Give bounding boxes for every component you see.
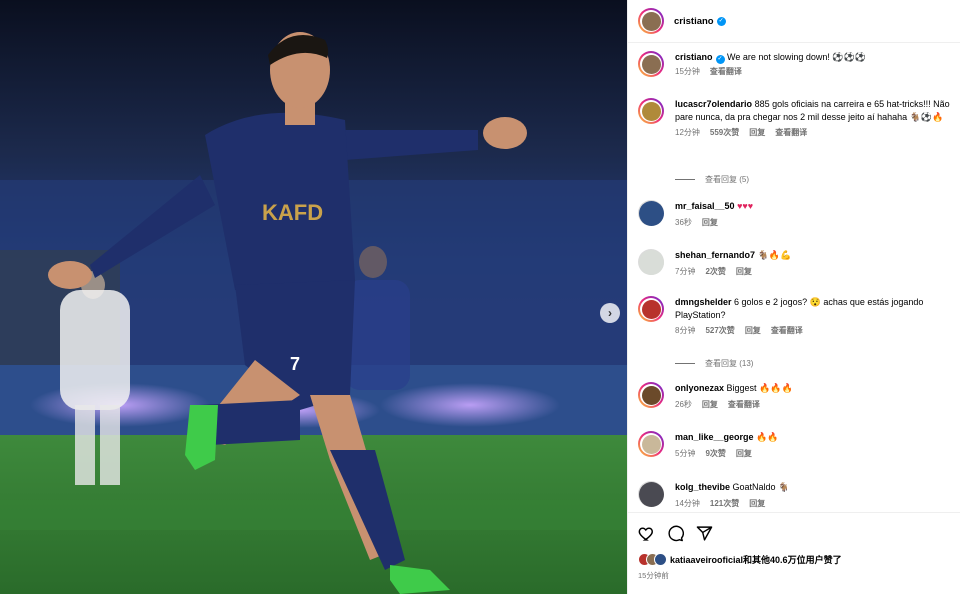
see-translation-button[interactable]: 查看翻译 [728, 399, 760, 410]
comment-emoji: 🔥🔥 [756, 432, 779, 442]
comment-emoji: 🔥🔥🔥 [759, 383, 793, 393]
see-translation-button[interactable]: 查看翻译 [710, 66, 742, 77]
comment-item: dmngshelder 6 golos e 2 jogos? 😯 achas q… [638, 296, 953, 336]
caption-time: 15分钟 [675, 67, 700, 76]
caption-username[interactable]: cristiano [675, 52, 713, 62]
action-icons [638, 525, 713, 542]
comment-item: shehan_fernando7 🐐🔥💪 7分钟 2次赞 回复 [638, 249, 953, 277]
chevron-right-icon: › [608, 306, 612, 320]
comment-item: kolg_thevibe GoatNaldo 🐐 14分钟 121次赞 回复 [638, 481, 953, 509]
likes-summary[interactable]: katiaaveirooficial和其他40.6万位用户赞了 [638, 553, 842, 566]
avatar [654, 553, 667, 566]
caption-emojis: ⚽⚽⚽ [832, 52, 867, 62]
avatar[interactable] [638, 296, 664, 322]
comments-list: cristiano ✓ We are not slowing down! ⚽⚽⚽ … [628, 44, 960, 511]
caption-text: We are not slowing down! [727, 52, 833, 62]
heart-icon[interactable] [638, 525, 655, 542]
verified-badge-icon: ✓ [715, 55, 725, 64]
comment-time: 14分钟 [675, 498, 700, 508]
avatar[interactable] [638, 481, 664, 507]
jersey-number: 7 [290, 354, 300, 374]
comment-likes[interactable]: 559次赞 [710, 127, 739, 138]
post-photo[interactable]: KAFD 7 › [0, 0, 627, 594]
verified-badge-icon: ✓ [716, 16, 726, 26]
divider [675, 363, 695, 364]
comment-emoji: 🐐 [778, 482, 790, 492]
comment-text: GoatNaldo [732, 482, 779, 492]
comment-item: onlyonezax Biggest 🔥🔥🔥 26秒 回复 查看翻译 [638, 382, 953, 410]
avatar[interactable] [638, 51, 664, 77]
reply-button[interactable]: 回复 [749, 498, 765, 509]
reply-button[interactable]: 回复 [736, 448, 752, 459]
reply-button[interactable]: 回复 [749, 127, 765, 138]
next-photo-button[interactable]: › [600, 303, 620, 323]
share-icon[interactable] [696, 525, 713, 542]
comment-username[interactable]: kolg_thevibe [675, 482, 730, 492]
avatar[interactable] [638, 249, 664, 275]
avatar[interactable] [638, 200, 664, 226]
comment-likes[interactable]: 2次赞 [705, 266, 725, 277]
see-translation-button[interactable]: 查看翻译 [775, 127, 807, 138]
reply-button[interactable]: 回复 [745, 325, 761, 336]
comment-text: 6 golos e 2 jogos? [734, 297, 810, 307]
avatar[interactable] [638, 382, 664, 408]
comment-emoji: 🐐⚽🔥 [909, 111, 944, 122]
comment-item: man_like__george 🔥🔥 5分钟 9次赞 回复 [638, 431, 953, 459]
photo-illustration: KAFD 7 [0, 0, 627, 594]
post-actions: katiaaveirooficial和其他40.6万位用户赞了 15分钟前 [628, 512, 960, 594]
liked-by-username[interactable]: katiaaveirooficial [670, 555, 743, 565]
liked-by-rest[interactable]: 和其他40.6万位用户赞了 [743, 555, 842, 565]
comment-username[interactable]: lucascr7olendario [675, 99, 752, 109]
comment-username[interactable]: mr_faisal__50 [675, 201, 735, 211]
comment-time: 5分钟 [675, 448, 696, 458]
view-replies-button[interactable]: 查看回复 (13) [675, 358, 753, 369]
author-avatar[interactable] [638, 8, 664, 34]
comment-time: 8分钟 [675, 326, 696, 335]
reply-button[interactable]: 回复 [702, 399, 718, 410]
comment-time: 26秒 [675, 399, 692, 409]
comment-username[interactable]: dmngshelder [675, 297, 732, 307]
view-replies-label[interactable]: 查看回复 (5) [705, 174, 749, 185]
avatar[interactable] [638, 98, 664, 124]
comment-emoji: ♥♥♥ [737, 201, 754, 211]
post-viewer: KAFD 7 › cristiano ✓ cristiano ✓ We are … [0, 0, 960, 594]
comment-emoji: 😯 [809, 297, 821, 307]
comment-time: 12分钟 [675, 128, 700, 137]
view-replies-button[interactable]: 查看回复 (5) [675, 174, 749, 185]
comment-text: Biggest [726, 383, 760, 393]
jersey-sponsor: KAFD [262, 200, 323, 225]
comment-time: 7分钟 [675, 266, 696, 276]
comment-likes[interactable]: 121次赞 [710, 498, 739, 509]
comment-time: 36秒 [675, 217, 692, 227]
comment-username[interactable]: shehan_fernando7 [675, 250, 755, 260]
comment-item: lucascr7olendario 885 gols oficiais na c… [638, 98, 953, 138]
comment-item: mr_faisal__50 ♥♥♥ 36秒 回复 [638, 200, 953, 228]
caption: cristiano ✓ We are not slowing down! ⚽⚽⚽ … [638, 51, 953, 77]
reply-button[interactable]: 回复 [702, 217, 718, 228]
comment-likes[interactable]: 9次赞 [705, 448, 725, 459]
reply-button[interactable]: 回复 [736, 266, 752, 277]
view-replies-label[interactable]: 查看回复 (13) [705, 358, 753, 369]
divider [675, 179, 695, 180]
comment-username[interactable]: man_like__george [675, 432, 754, 442]
comment-likes[interactable]: 527次赞 [705, 325, 734, 336]
comment-username[interactable]: onlyonezax [675, 383, 724, 393]
comment-icon[interactable] [667, 525, 684, 542]
see-translation-button[interactable]: 查看翻译 [771, 325, 803, 336]
avatar[interactable] [638, 431, 664, 457]
post-header: cristiano ✓ [628, 0, 960, 43]
post-details-panel: cristiano ✓ cristiano ✓ We are not slowin… [627, 0, 960, 594]
author-username[interactable]: cristiano [674, 16, 714, 27]
post-time[interactable]: 15分钟前 [638, 570, 669, 581]
comment-emoji: 🐐🔥💪 [757, 250, 792, 260]
